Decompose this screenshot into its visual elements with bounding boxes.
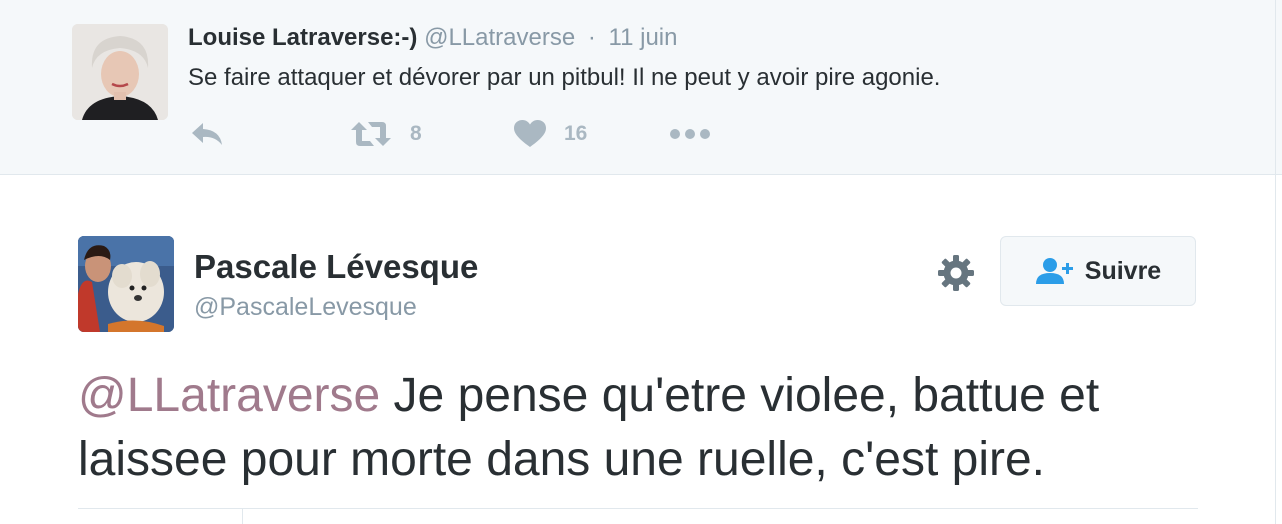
- like-button[interactable]: 16: [514, 118, 587, 150]
- parent-tweet[interactable]: Louise Latraverse:-) @LLatraverse · 11 j…: [0, 0, 1282, 175]
- retweet-button[interactable]: 8: [350, 118, 422, 150]
- avatar-photo: [78, 236, 174, 332]
- author-name[interactable]: Pascale Lévesque: [194, 248, 478, 286]
- tweet-text: @LLatraverse Je pense qu'etre violee, ba…: [78, 364, 1228, 492]
- more-dots-icon: [670, 129, 710, 139]
- add-user-icon: [1035, 258, 1073, 284]
- divider: [78, 508, 1198, 509]
- tweet-date[interactable]: 11 juin: [609, 24, 678, 51]
- like-count: 16: [564, 122, 588, 145]
- reply-icon: [192, 123, 222, 145]
- heart-icon: [514, 120, 546, 147]
- reply-button[interactable]: [190, 118, 224, 150]
- divider: [242, 508, 243, 524]
- mention-link[interactable]: @LLatraverse: [78, 369, 380, 422]
- avatar[interactable]: [72, 24, 168, 120]
- settings-button[interactable]: [936, 253, 976, 293]
- retweet-icon: [351, 122, 391, 146]
- avatar[interactable]: [78, 236, 174, 332]
- more-button[interactable]: [668, 118, 712, 150]
- avatar-photo: [72, 24, 168, 120]
- follow-label: Suivre: [1084, 256, 1162, 285]
- author-handle[interactable]: @LLatraverse: [424, 24, 575, 51]
- parent-tweet-header: Louise Latraverse:-) @LLatraverse · 11 j…: [188, 24, 677, 52]
- column-border: [1275, 0, 1276, 524]
- tweet-text: Se faire attaquer et dévorer par un pitb…: [188, 64, 941, 91]
- author-handle[interactable]: @PascaleLevesque: [194, 293, 417, 322]
- gear-icon: [938, 255, 974, 291]
- retweet-count: 8: [410, 122, 422, 145]
- follow-button[interactable]: Suivre: [1000, 236, 1196, 306]
- author-name[interactable]: Louise Latraverse:-): [188, 24, 417, 51]
- separator-dot: ·: [587, 24, 596, 51]
